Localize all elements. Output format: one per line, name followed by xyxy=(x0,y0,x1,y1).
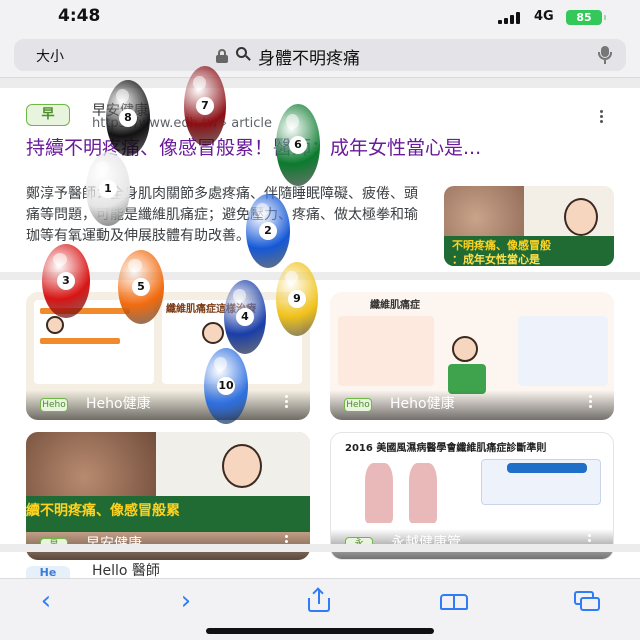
lock-icon xyxy=(216,49,228,63)
tile-caption: 續不明疼痛、像感冒般累 xyxy=(26,503,180,519)
network-type: 4G xyxy=(534,9,554,24)
billiard-ball-icon: 10 xyxy=(204,348,248,424)
battery-icon: 85 xyxy=(566,10,606,25)
tabs-button[interactable] xyxy=(566,583,606,619)
address-bar[interactable]: 大小 身體不明疼痛 xyxy=(14,39,626,71)
billiard-ball-icon: 3 xyxy=(42,244,90,318)
billiard-ball-icon: 7 xyxy=(184,66,226,146)
site-favicon: 早 xyxy=(26,104,70,126)
chevron-right-icon: › xyxy=(180,586,192,616)
ball-number: 6 xyxy=(289,136,307,154)
microphone-icon[interactable] xyxy=(598,46,612,64)
tile-caption: 2016 美國風濕病醫學會纖維肌痛症診斷準則 xyxy=(345,443,547,454)
ball-number: 1 xyxy=(99,180,117,198)
image-tile[interactable]: 續不明疼痛、像感冒般累 早 早安健康 xyxy=(26,432,310,560)
share-button[interactable] xyxy=(298,583,338,619)
result-snippet: 鄭淳予醫師：全身肌肉關節多處疼痛、伴隨睡眠障礙、疲倦、頭痛等問題，可能是纖維肌痛… xyxy=(26,186,418,244)
tile-logo: Heho xyxy=(40,398,68,412)
text-size-button[interactable]: 大小 xyxy=(36,46,64,66)
chevron-left-icon: ‹ xyxy=(40,586,52,616)
billiard-ball-icon: 2 xyxy=(246,194,290,268)
billiard-ball-icon: 4 xyxy=(224,280,266,354)
home-indicator xyxy=(206,628,434,634)
section-divider xyxy=(0,272,640,280)
cellular-signal-icon xyxy=(498,12,524,24)
status-bar: 4:48 4G 85 xyxy=(0,0,640,34)
search-icon xyxy=(236,47,251,62)
section-divider xyxy=(0,544,640,552)
ball-number: 9 xyxy=(288,290,306,308)
bookmarks-button[interactable] xyxy=(434,583,474,619)
back-button[interactable]: ‹ xyxy=(26,583,66,619)
tabs-icon xyxy=(574,591,602,613)
billiard-ball-icon: 6 xyxy=(276,104,320,186)
result-thumbnail[interactable]: 不明疼痛、像感冒般 ：成年女性當心是 xyxy=(444,186,614,266)
ball-number: 2 xyxy=(259,222,277,240)
thumbnail-caption-line2: ：成年女性當心是 xyxy=(452,253,540,266)
ball-number: 10 xyxy=(217,377,235,395)
billiard-ball-icon: 9 xyxy=(276,262,318,336)
more-options-icon[interactable] xyxy=(589,395,592,410)
forward-button[interactable]: › xyxy=(166,583,206,619)
more-options-icon[interactable] xyxy=(285,395,288,410)
billiard-ball-icon: 1 xyxy=(86,152,130,226)
ball-number: 7 xyxy=(196,97,214,115)
image-tile[interactable]: 纖維肌痛症 Heho Heho健康 xyxy=(330,292,614,420)
search-result: He Hello 醫師 xyxy=(0,556,640,582)
ball-number: 8 xyxy=(119,109,137,127)
ball-number: 5 xyxy=(132,278,150,296)
battery-level: 85 xyxy=(576,11,592,24)
share-icon xyxy=(308,587,330,612)
search-query[interactable]: 身體不明疼痛 xyxy=(258,44,360,69)
tile-label: Heho健康 xyxy=(390,396,455,412)
section-divider xyxy=(0,78,640,88)
more-options-icon[interactable] xyxy=(600,110,604,124)
tile-logo: Heho xyxy=(344,398,372,412)
book-icon xyxy=(440,594,470,610)
billiard-ball-icon: 8 xyxy=(106,80,150,156)
ball-number: 4 xyxy=(236,308,254,326)
ball-number: 3 xyxy=(57,272,75,290)
woman-illustration xyxy=(564,198,598,236)
image-tile[interactable]: 2016 美國風濕病醫學會纖維肌痛症診斷準則 永 永越健康管… xyxy=(330,432,614,560)
tile-caption: 纖維肌痛症 xyxy=(370,300,420,311)
status-time: 4:48 xyxy=(58,6,101,26)
billiard-ball-icon: 5 xyxy=(118,250,164,324)
tile-label: Heho健康 xyxy=(86,396,151,412)
address-bar-area: 大小 身體不明疼痛 xyxy=(0,34,640,78)
result-site-name[interactable]: Hello 醫師 xyxy=(92,560,160,580)
